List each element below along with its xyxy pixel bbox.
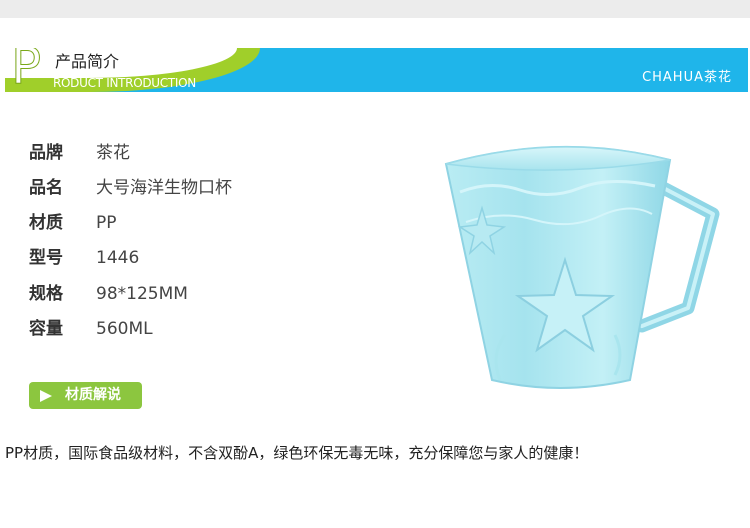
material-button-label: 材质解说 — [65, 387, 121, 403]
spec-value: 大号海洋生物口杯 — [96, 178, 232, 198]
banner-title: 产品简介 — [55, 52, 120, 71]
spec-value: PP — [96, 213, 117, 233]
spec-value: 98*125MM — [96, 284, 188, 304]
spec-value: 茶花 — [96, 143, 130, 163]
banner-letter: P — [10, 48, 42, 92]
spec-value: 560ML — [96, 319, 153, 339]
spec-value: 1446 — [96, 248, 140, 268]
product-intro-banner: P 产品简介 RODUCT INTRODUCTION CHAHUA茶花 — [5, 48, 748, 92]
spec-label: 规格 — [29, 284, 63, 304]
material-explanation-button[interactable]: 材质解说 — [29, 382, 142, 409]
spec-label: 材质 — [29, 213, 63, 233]
banner-subtitle: RODUCT INTRODUCTION — [53, 76, 196, 90]
brand-logo: CHAHUA茶花 — [642, 70, 732, 85]
product-description: PP材质，国际食品级材料，不含双酚A，绿色环保无毒无味，充分保障您与家人的健康！ — [5, 444, 589, 462]
spec-label: 型号 — [29, 248, 63, 268]
play-icon — [40, 390, 52, 402]
spec-label: 容量 — [29, 319, 63, 339]
spec-label: 品名 — [29, 178, 63, 198]
top-strip — [0, 0, 750, 18]
product-image-cup — [444, 145, 720, 389]
spec-label: 品牌 — [29, 143, 63, 163]
